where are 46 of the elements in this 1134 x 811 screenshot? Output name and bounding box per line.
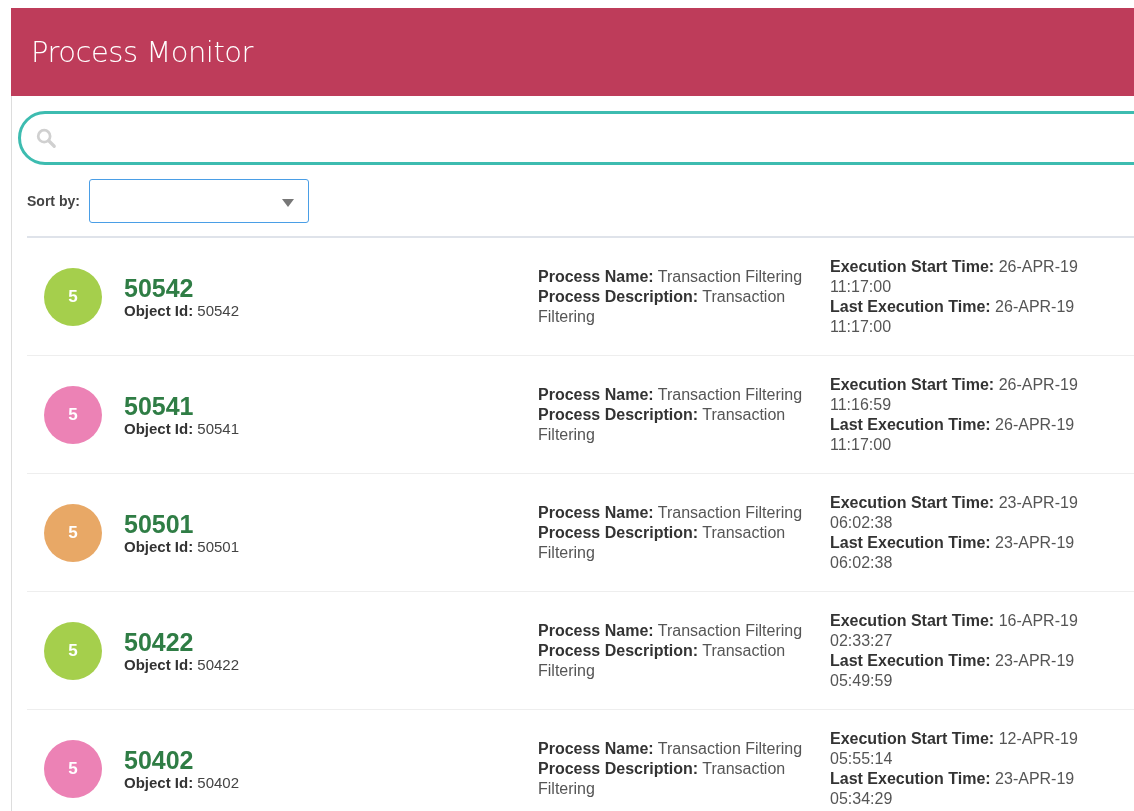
status-badge: 5 (44, 385, 102, 444)
search-icon (35, 127, 57, 149)
process-id: 50542 (124, 274, 195, 302)
status-badge: 5 (44, 267, 102, 326)
process-name: Process Name: Transaction Filtering (538, 266, 804, 287)
start-time: Execution Start Time: 16-APR-19 02:33:27 (830, 610, 1079, 651)
status-badge: 5 (44, 739, 102, 798)
process-description: Process Description: Transaction Filtering (538, 640, 787, 681)
start-time: Execution Start Time: 26-APR-19 11:17:00 (830, 256, 1079, 297)
process-id: 50501 (124, 510, 195, 538)
sort-label: Sort by: (27, 193, 80, 209)
process-row[interactable]: 5 50402 Object Id: 50402 Process Name: Transaction Filtering Process Description: Transaction Filtering Execution Start Time: 12-APR-19 05:55:14 Last Execution Time: 23-APR-19 05:34:29 (27, 710, 1134, 811)
last-time: Last Execution Time: 23-APR-19 06:02:38 (830, 532, 1076, 573)
process-id: 50422 (124, 628, 195, 656)
process-row[interactable]: 5 50422 Object Id: 50422 Process Name: Transaction Filtering Process Description: Transaction Filtering Execution Start Time: 16-APR-19 02:33:27 Last Execution Time: 23-APR-19 05:49:59 (27, 592, 1134, 710)
last-time: Last Execution Time: 23-APR-19 05:34:29 (830, 768, 1076, 809)
process-row[interactable]: 5 50501 Object Id: 50501 Process Name: Transaction Filtering Process Description: Transaction Filtering Execution Start Time: 23-APR-19 06:02:38 Last Execution Time: 23-APR-19 06:02:38 (27, 474, 1134, 592)
object-id: Object Id: 50402 (124, 774, 241, 791)
caret-icon (281, 199, 294, 207)
last-time: Last Execution Time: 23-APR-19 05:49:59 (830, 650, 1076, 691)
last-time: Last Execution Time: 26-APR-19 11:17:00 (830, 414, 1076, 455)
app-title: Process Monitor (31, 35, 253, 69)
process-name: Process Name: Transaction Filtering (538, 738, 804, 759)
process-description: Process Description: Transaction Filtering (538, 758, 787, 799)
search-field[interactable] (18, 111, 1134, 165)
process-id: 50541 (124, 392, 195, 420)
object-id: Object Id: 50542 (124, 302, 241, 319)
process-name: Process Name: Transaction Filtering (538, 502, 804, 523)
process-row[interactable]: 5 50541 Object Id: 50541 Process Name: Transaction Filtering Process Description: Transaction Filtering Execution Start Time: 26-APR-19 11:16:59 Last Execution Time: 26-APR-19 11:17:00 (27, 356, 1134, 474)
start-time: Execution Start Time: 26-APR-19 11:16:59 (830, 374, 1079, 415)
process-name: Process Name: Transaction Filtering (538, 384, 804, 405)
process-id: 50402 (124, 746, 195, 774)
sort-dropdown[interactable] (88, 179, 309, 223)
object-id: Object Id: 50541 (124, 420, 241, 437)
process-description: Process Description: Transaction Filtering (538, 522, 787, 563)
process-description: Process Description: Transaction Filtering (538, 286, 787, 327)
process-name: Process Name: Transaction Filtering (538, 620, 804, 641)
object-id: Object Id: 50422 (124, 656, 241, 673)
process-description: Process Description: Transaction Filtering (538, 404, 787, 445)
last-time: Last Execution Time: 26-APR-19 11:17:00 (830, 296, 1076, 337)
start-time: Execution Start Time: 23-APR-19 06:02:38 (830, 492, 1079, 533)
status-badge: 5 (44, 621, 102, 680)
start-time: Execution Start Time: 12-APR-19 05:55:14 (830, 728, 1079, 769)
object-id: Object Id: 50501 (124, 538, 241, 555)
process-row[interactable]: 5 50542 Object Id: 50542 Process Name: Transaction Filtering Process Description: Transaction Filtering Execution Start Time: 26-APR-19 11:17:00 Last Execution Time: 26-APR-19 11:17:00 (27, 238, 1134, 356)
status-badge: 5 (44, 503, 102, 562)
